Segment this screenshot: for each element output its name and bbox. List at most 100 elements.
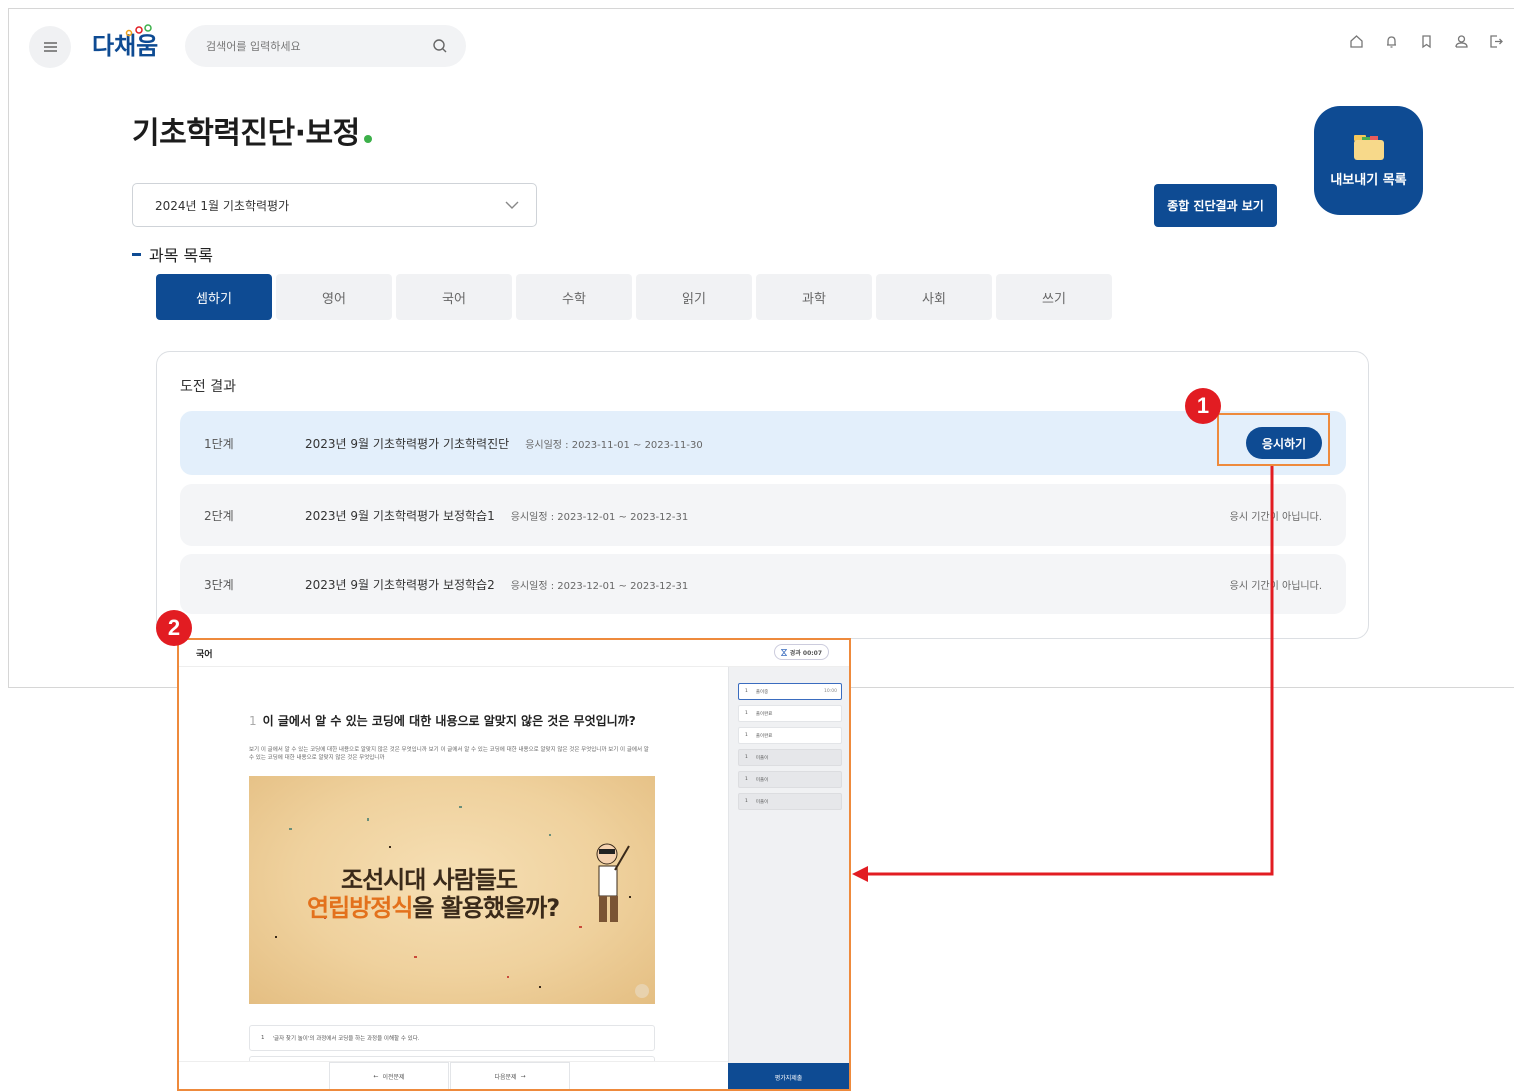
q-state: 미풀이 (755, 799, 769, 805)
question-list-item[interactable]: 1 풀이완료 (738, 705, 842, 722)
annotation-box-take-exam (1217, 413, 1330, 466)
question-list-item[interactable]: 1 미풀이 (738, 793, 842, 810)
question-title: 1 이 글에서 알 수 있는 코딩에 대한 내용으로 알맞지 않은 것은 무엇입니… (249, 712, 636, 729)
result-row-stage-3: 3단계 2023년 9월 기초학력평가 보정학습2 응시일정 : 2023-12… (180, 554, 1346, 614)
q-no: 1 (745, 711, 748, 716)
tab-writing[interactable]: 쓰기 (996, 274, 1112, 320)
exam-name: 2023년 9월 기초학력평가 기초학력진단 (305, 436, 510, 451)
tab-english[interactable]: 영어 (276, 274, 392, 320)
exam-select[interactable]: 2024년 1월 기초학력평가 (132, 183, 537, 227)
annotation-badge-2: 2 (156, 610, 192, 646)
q-state: 풀이완료 (755, 711, 773, 717)
hamburger-icon (43, 43, 57, 51)
section-label: 과목 목록 (132, 242, 213, 266)
exam-date: 응시일정 : 2023-11-01 ~ 2023-11-30 (525, 439, 703, 451)
tab-science[interactable]: 과학 (756, 274, 872, 320)
top-icon-bar (1348, 33, 1505, 50)
next-label: 다음문제 (494, 1073, 517, 1081)
exam-timer: 경과 00:07 (773, 644, 829, 660)
export-list-button[interactable]: 내보내기 목록 (1314, 106, 1423, 215)
tab-social[interactable]: 사회 (876, 274, 992, 320)
q-state: 미풀이 (755, 755, 769, 761)
question-description: 보기 이 글에서 알 수 있는 코딩에 대한 내용으로 알맞지 않은 것은 무엇… (249, 747, 649, 761)
exam-footer: ← 이전문제 다음문제 → (179, 1061, 729, 1089)
subject-tabs: 셈하기 영어 국어 수학 읽기 과학 사회 쓰기 (156, 274, 1112, 320)
next-question-button[interactable]: 다음문제 → (450, 1062, 570, 1089)
result-title: 도전 결과 (180, 379, 236, 395)
user-icon[interactable] (1453, 33, 1470, 50)
stage-label: 3단계 (204, 577, 234, 592)
bookmark-icon[interactable] (1418, 33, 1435, 50)
exam-select-value: 2024년 1월 기초학력평가 (155, 198, 290, 213)
question-list-item[interactable]: 1 풀이중 10:00 (738, 683, 842, 700)
q-state: 풀이완료 (755, 733, 773, 739)
export-list-label: 내보내기 목록 (1330, 173, 1407, 188)
q-no: 1 (745, 777, 748, 782)
image-headline-2: 연립방정식을 활용했을까? (307, 888, 560, 923)
prev-label: 이전문제 (382, 1073, 405, 1081)
question-list-sidebar: 1 풀이중 10:00 1 풀이완료 1 풀이완료 1 미풀이 1 미풀이 1 미풀이 평가지… (728, 667, 849, 1089)
q-no: 1 (745, 799, 748, 804)
tab-korean[interactable]: 국어 (396, 274, 512, 320)
zoom-icon[interactable] (635, 984, 649, 998)
section-dash (132, 252, 141, 256)
logout-icon[interactable] (1488, 33, 1505, 50)
q-state: 미풀이 (755, 777, 769, 783)
annotation-badge-1: 1 (1185, 388, 1221, 424)
question-text: 이 글에서 알 수 있는 코딩에 대한 내용으로 알맞지 않은 것은 무엇입니까… (262, 714, 636, 728)
stage-label: 2단계 (204, 508, 234, 523)
home-icon[interactable] (1348, 33, 1365, 50)
answer-choice[interactable]: 1 '글자 찾기 놀이'의 과정에서 코딩을 하는 과정을 이해할 수 있다. (249, 1025, 655, 1051)
stage-label: 1단계 (204, 436, 234, 451)
search-icon[interactable] (432, 38, 448, 54)
exam-date: 응시일정 : 2023-12-01 ~ 2023-12-31 (510, 580, 689, 592)
page-title: 기초학력진단·보정 (132, 108, 372, 152)
folder-icon (1353, 135, 1384, 160)
arrow-left-icon: ← (373, 1072, 379, 1080)
exam-name: 2023년 9월 기초학력평가 보정학습2 (305, 577, 495, 592)
question-list-item[interactable]: 1 미풀이 (738, 771, 842, 788)
choice-number: 1 (261, 1035, 265, 1041)
exam-header: 국어 경과 00:07 (179, 640, 849, 667)
image-headline-highlight: 연립방정식 (307, 894, 413, 922)
bell-icon[interactable] (1383, 33, 1400, 50)
tab-math[interactable]: 수학 (516, 274, 632, 320)
exam-subject: 국어 (196, 649, 213, 660)
q-state: 풀이중 (755, 689, 769, 695)
section-label-text: 과목 목록 (149, 246, 213, 265)
question-number: 1 (249, 714, 257, 728)
tab-counting[interactable]: 셈하기 (156, 274, 272, 320)
result-panel: 도전 결과 1단계 2023년 9월 기초학력평가 기초학력진단 응시일정 : … (156, 351, 1369, 639)
question-image: 조선시대 사람들도 연립방정식을 활용했을까? (249, 776, 655, 1004)
summary-result-button[interactable]: 종합 진단결과 보기 (1154, 184, 1277, 227)
submit-exam-button[interactable]: 평가지제출 (728, 1063, 849, 1089)
tab-reading[interactable]: 읽기 (636, 274, 752, 320)
search-bar[interactable] (185, 25, 466, 67)
q-no: 1 (745, 733, 748, 738)
q-no: 1 (745, 755, 748, 760)
q-no: 1 (745, 689, 748, 694)
chevron-down-icon (505, 201, 519, 209)
page-title-text: 기초학력진단·보정 (132, 116, 360, 151)
prev-question-button[interactable]: ← 이전문제 (329, 1062, 449, 1089)
exam-status: 응시 기간이 아닙니다. (1229, 580, 1322, 592)
result-row-stage-2: 2단계 2023년 9월 기초학력평가 보정학습1 응시일정 : 2023-12… (180, 484, 1346, 546)
question-list-item[interactable]: 1 미풀이 (738, 749, 842, 766)
search-input[interactable] (206, 39, 432, 53)
choice-text: '글자 찾기 놀이'의 과정에서 코딩을 하는 과정을 이해할 수 있다. (272, 1036, 420, 1042)
exam-date: 응시일정 : 2023-12-01 ~ 2023-12-31 (510, 511, 689, 523)
logo[interactable]: 다채움 (92, 24, 166, 70)
exam-window: 국어 경과 00:07 1 이 글에서 알 수 있는 코딩에 대한 내용으로 알맞… (177, 638, 851, 1091)
hourglass-icon (780, 648, 787, 656)
menu-button[interactable] (29, 26, 71, 68)
result-row-stage-1: 1단계 2023년 9월 기초학력평가 기초학력진단 응시일정 : 2023-1… (180, 411, 1346, 475)
image-headline-rest: 을 활용했을까? (412, 894, 560, 922)
logo-text: 다채움 (92, 32, 158, 60)
exam-name: 2023년 9월 기초학력평가 보정학습1 (305, 508, 495, 523)
exam-timer-text: 경과 00:07 (789, 649, 822, 657)
title-dot (363, 135, 372, 143)
arrow-right-icon: → (520, 1072, 526, 1080)
q-time: 10:00 (824, 689, 837, 694)
question-list-item[interactable]: 1 풀이완료 (738, 727, 842, 744)
exam-status: 응시 기간이 아닙니다. (1229, 511, 1322, 523)
